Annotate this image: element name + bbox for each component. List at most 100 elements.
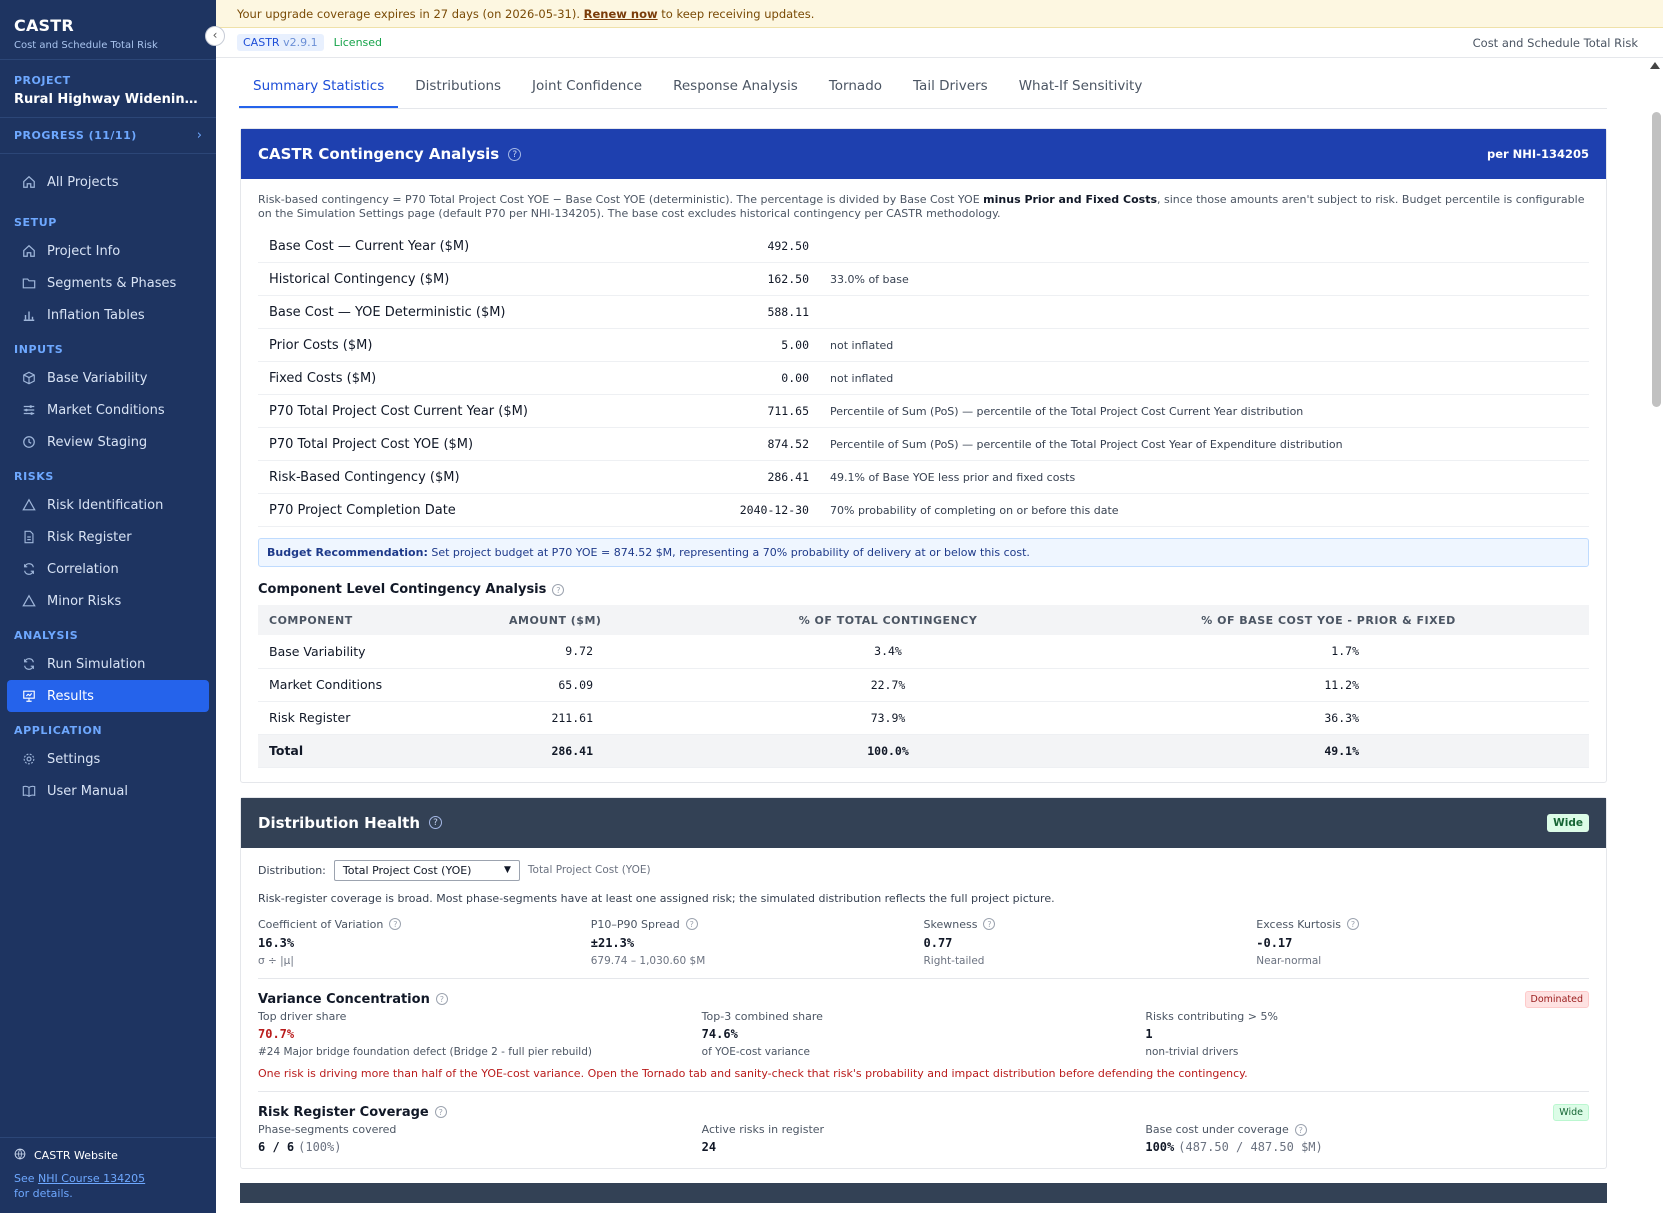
scrollbar-thumb[interactable] (1652, 112, 1661, 407)
home-icon (21, 243, 37, 259)
value-amount: 162.50 (767, 272, 809, 286)
section-inputs: INPUTS (14, 343, 64, 356)
sidebar-item-segments-phases[interactable]: Segments & Phases (7, 267, 209, 299)
sidebar-item-market-conditions[interactable]: Market Conditions (7, 394, 209, 426)
help-icon[interactable]: ? (983, 918, 996, 930)
value-row: Risk-Based Contingency ($M) 286.41 49.1% o… (258, 461, 1589, 494)
sidebar-item-run-simulation[interactable]: Run Simulation (7, 648, 209, 680)
sidebar-item-settings[interactable]: Settings (7, 743, 209, 775)
value-label: P70 Project Completion Date (269, 502, 456, 518)
table-cell: Total (258, 734, 498, 768)
sidebar: CASTR Cost and Schedule Total Risk PROJE… (0, 0, 216, 1213)
distribution-row: Distribution: Total Project Cost (YOE) ▼… (258, 859, 1589, 881)
help-icon[interactable]: ? (389, 918, 402, 930)
table-cell: 286.41 (498, 734, 708, 768)
stat-value: -0.17 (1256, 935, 1293, 950)
stat-label: Excess Kurtosis? (1256, 918, 1589, 931)
help-icon[interactable]: ? (1347, 918, 1360, 930)
project-label: PROJECT (14, 74, 71, 87)
tab-what-if-sensitivity[interactable]: What-If Sensitivity (1005, 66, 1157, 108)
progress-toggle[interactable]: PROGRESS (11/11) › (0, 118, 216, 154)
coverage-item: Base cost under coverage? 100% (487.50 / 4… (1145, 1123, 1589, 1154)
distribution-selected: Total Project Cost (YOE) (342, 863, 472, 877)
distribution-health-card: Distribution Health ? Wide Distribution:… (240, 796, 1607, 1169)
banner-text-after: to keep receiving updates. (661, 6, 815, 21)
refresh-icon (21, 656, 37, 672)
table-cell: 49.1% (1068, 734, 1589, 768)
scroll-up-arrow-icon[interactable] (1650, 62, 1660, 69)
tab-summary-statistics[interactable]: Summary Statistics (239, 66, 399, 108)
brand: CASTR Cost and Schedule Total Risk (0, 0, 216, 60)
help-icon[interactable]: ? (552, 583, 565, 596)
bar-chart-icon (21, 307, 37, 323)
stat-value: ±21.3% (590, 935, 635, 950)
budget-label: Budget Recommendation: (267, 546, 428, 559)
help-icon[interactable]: ? (508, 147, 522, 161)
variance-item: Risks contributing > 5% 1 non-trivial driv… (1145, 1010, 1589, 1058)
variance-title: Variance Concentration (258, 991, 430, 1007)
sidebar-item-all-projects[interactable]: All Projects (7, 166, 209, 198)
website-link[interactable]: CASTR Website (14, 1148, 202, 1163)
renew-now-link[interactable]: Renew now (584, 7, 658, 21)
tab-distributions[interactable]: Distributions (401, 66, 515, 108)
license-status: Licensed (333, 36, 383, 49)
help-icon[interactable]: ? (429, 816, 443, 829)
coverage-grid: Phase-segments covered 6 / 6 (100%) Active … (258, 1123, 1589, 1154)
table-cell: 36.3% (1068, 701, 1589, 735)
coverage-note: Risk-register coverage is broad. Most ph… (258, 891, 1055, 905)
tab-tornado[interactable]: Tornado (815, 66, 896, 108)
help-icon[interactable]: ? (1294, 1123, 1307, 1136)
sidebar-item-project-info[interactable]: Project Info (7, 235, 209, 267)
coverage-header: Risk Register Coverage ? Wide (258, 1103, 1589, 1121)
sidebar-item-label: All Projects (47, 174, 119, 190)
banner-text: Your upgrade coverage expires in 27 days… (237, 6, 580, 21)
coverage-item: Phase-segments covered 6 / 6 (100%) (258, 1123, 702, 1154)
scrollbar[interactable] (1628, 58, 1663, 1213)
collapse-sidebar-button[interactable]: ‹ (205, 26, 225, 46)
coverage-label: Base cost under coverage? (1145, 1123, 1589, 1136)
project-name: Rural Highway Widening (4 t... (14, 92, 202, 107)
value-label: Historical Contingency ($M) (269, 271, 450, 287)
course-link[interactable]: NHI Course 134205 (38, 1172, 145, 1185)
table-cell: 3.4% (708, 635, 1068, 669)
table-cell: Base Variability (258, 635, 498, 669)
upgrade-banner: Your upgrade coverage expires in 27 days… (216, 0, 1663, 28)
value-row: Historical Contingency ($M) 162.50 33.0% o… (258, 263, 1589, 296)
chevron-down-icon: ▼ (503, 865, 511, 875)
project-selector[interactable]: PROJECT Rural Highway Widening (4 t... (0, 60, 216, 118)
tab-response-analysis[interactable]: Response Analysis (659, 66, 812, 108)
value-description: Percentile of Sum (PoS) — percentile of … (830, 437, 1343, 451)
coverage-label-text: Active risks in register (701, 1122, 825, 1136)
distribution-select[interactable]: Total Project Cost (YOE) ▼ (333, 859, 520, 881)
sidebar-item-base-variability[interactable]: Base Variability (7, 362, 209, 394)
sidebar-item-user-manual[interactable]: User Manual (7, 775, 209, 807)
home-icon (21, 174, 37, 190)
tab-joint-confidence[interactable]: Joint Confidence (518, 66, 656, 108)
sidebar-item-minor-risks[interactable]: Minor Risks (7, 585, 209, 617)
tab-tail-drivers[interactable]: Tail Drivers (899, 66, 1002, 108)
document-icon (21, 529, 37, 545)
contingency-header: CASTR Contingency Analysis ? per NHI-134… (241, 129, 1606, 179)
distribution-label: Distribution: (258, 863, 326, 877)
sidebar-item-correlation[interactable]: Correlation (7, 553, 209, 585)
sidebar-footer: CASTR Website See NHI Course 134205 for … (0, 1137, 216, 1213)
value-row: Prior Costs ($M) 5.00 not inflated (258, 329, 1589, 362)
divider (258, 977, 1589, 979)
sidebar-item-results[interactable]: Results (7, 680, 209, 712)
value-amount: 492.50 (767, 239, 809, 253)
help-icon[interactable]: ? (685, 918, 698, 930)
stat-label-text: Skewness (923, 917, 978, 931)
help-icon[interactable]: ? (435, 993, 448, 1005)
note-part-1: Risk-based contingency = P70 Total Proje… (258, 193, 980, 206)
sidebar-item-review-staging[interactable]: Review Staging (7, 426, 209, 458)
sidebar-item-label: Market Conditions (47, 402, 165, 418)
value-description: 33.0% of base (830, 272, 909, 286)
variance-label: Top-3 combined share (701, 1009, 823, 1023)
version-chip: CASTR v2.9.1 (237, 34, 324, 51)
sidebar-item-inflation-tables[interactable]: Inflation Tables (7, 299, 209, 331)
value-label: Risk-Based Contingency ($M) (269, 469, 460, 485)
help-icon[interactable]: ? (434, 1106, 447, 1118)
sidebar-item-label: Review Staging (47, 434, 148, 450)
sidebar-item-risk-identification[interactable]: Risk Identification (7, 489, 209, 521)
sidebar-item-risk-register[interactable]: Risk Register (7, 521, 209, 553)
